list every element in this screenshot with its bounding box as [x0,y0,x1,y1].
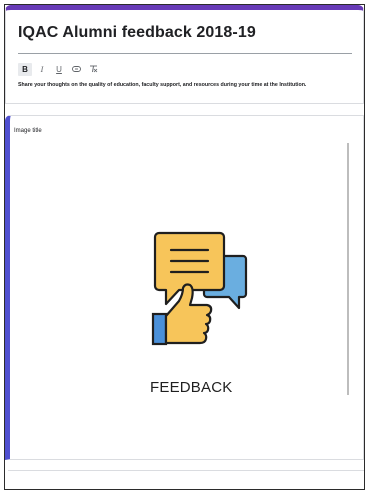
feedback-image [151,231,248,346]
formatting-toolbar: B I U [18,62,100,76]
image-title[interactable]: Image title [14,128,42,134]
form-header-card[interactable]: IQAC Alumni feedback 2018-19 B I U Share… [5,5,364,104]
form-description[interactable]: Share your thoughts on the quality of ed… [18,81,348,89]
title-underline [18,53,352,54]
italic-button[interactable]: I [35,63,49,76]
divider [8,470,364,471]
feedback-caption: FEEDBACK [150,379,233,396]
thumbs-up-icon [151,283,213,346]
bold-button[interactable]: B [18,62,32,76]
link-icon[interactable] [69,63,83,76]
clear-formatting-icon[interactable] [86,63,100,76]
underline-button[interactable]: U [52,63,66,76]
form-title[interactable]: IQAC Alumni feedback 2018-19 [18,24,256,42]
speech-bubbles-icon [153,231,248,310]
scrollbar[interactable] [347,143,349,395]
